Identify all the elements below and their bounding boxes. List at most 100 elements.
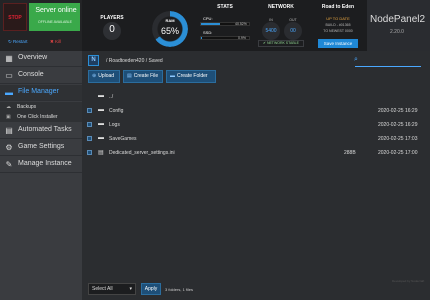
credit-text: Developed by Nodecraft	[392, 279, 425, 283]
item-count: 3 folders, 1 files	[165, 287, 194, 292]
row-checkbox[interactable]	[87, 150, 92, 155]
stats-title: STATS	[217, 4, 233, 10]
list-item[interactable]: ▬ Config 2020-02-25 16:29	[82, 104, 430, 117]
sidebar-item-label: Overview	[18, 54, 48, 61]
cloud-icon: ☁	[6, 104, 11, 110]
file-name: Logs	[109, 122, 120, 128]
folder-icon: ▬	[98, 107, 104, 113]
sidebar: ▦ Overview ▭ Console ▬ File Manager ☁ Ba…	[0, 51, 82, 300]
sidebar-item-file-manager[interactable]: ▬ File Manager	[0, 85, 82, 101]
brand-name: NodePanel2	[370, 14, 426, 25]
game-title: Road to Eden	[321, 4, 355, 10]
file-icon: ▤	[127, 73, 132, 79]
file-name: Dedicated_server_settings.ini	[109, 150, 175, 156]
installer-icon: ▣	[6, 114, 11, 120]
terminal-icon: ▭	[5, 71, 13, 80]
restart-button[interactable]: ↻ Restart	[8, 39, 28, 45]
search-icon[interactable]: ⌕	[354, 56, 358, 64]
row-checkbox[interactable]	[87, 108, 92, 113]
file-manager-main	[82, 51, 430, 300]
header: STOP Server online OFFLINE AVAILABLE ↻ R…	[0, 0, 430, 51]
network-in-value: 5400	[265, 28, 277, 34]
breadcrumb[interactable]: / Roadtoeden420 / Saved	[106, 58, 163, 64]
create-file-label: Create File	[133, 73, 159, 79]
upload-label: Upload	[98, 73, 115, 79]
bulk-action-selected: Select All	[92, 286, 113, 292]
cpu-label: CPU:	[203, 16, 213, 21]
restart-label: Restart	[13, 39, 28, 44]
folder-icon: ▬	[98, 93, 104, 99]
network-status-text: NETWORK STABLE	[266, 41, 299, 45]
update-status: UP TO DATE	[326, 16, 350, 21]
folder-icon: ▬	[98, 135, 104, 141]
players-title: PLAYERS	[100, 15, 124, 21]
calendar-icon: ▤	[5, 126, 13, 135]
sidebar-subitem-one-click[interactable]: ▣ One Click Installer	[0, 112, 82, 122]
list-item[interactable]: ▤ Dedicated_server_settings.ini 288B 202…	[82, 146, 430, 159]
file-date: 2020-02-25 16:29	[378, 108, 418, 114]
server-status-badge: Server online OFFLINE AVAILABLE	[29, 3, 80, 31]
sidebar-item-game-settings[interactable]: ⚙ Game Settings	[0, 140, 82, 156]
file-name: SaveGames	[109, 136, 137, 142]
file-name: Config	[109, 108, 124, 114]
row-checkbox[interactable]	[87, 136, 92, 141]
file-name: ../	[109, 94, 114, 100]
kill-label: Kill	[55, 39, 62, 44]
sidebar-subitem-label: One Click Installer	[17, 114, 58, 120]
create-folder-label: Create Folder	[177, 73, 208, 79]
ssd-label: SSD:	[203, 30, 213, 35]
folder-icon: ▬	[5, 88, 13, 97]
list-item[interactable]: ▬ Logs 2020-02-25 16:29	[82, 118, 430, 131]
upload-icon: ⊕	[92, 73, 97, 79]
sidebar-item-console[interactable]: ▭ Console	[0, 68, 82, 84]
apply-button[interactable]: Apply	[141, 283, 161, 295]
list-item[interactable]: ▬ SaveGames 2020-02-25 17:03	[82, 132, 430, 145]
sidebar-item-label: Automated Tasks	[18, 126, 72, 133]
chevron-down-icon: ▾	[129, 286, 132, 292]
sidebar-subitem-label: Backups	[17, 104, 37, 110]
network-out-value: 00	[290, 28, 296, 34]
kill-button[interactable]: ✖ Kill	[50, 39, 61, 45]
save-instance-button[interactable]: Save Instance	[318, 39, 358, 48]
search-input[interactable]	[355, 66, 421, 67]
row-checkbox[interactable]	[87, 122, 92, 127]
sidebar-item-label: Manage Instance	[18, 160, 72, 167]
gear-icon: ⚙	[5, 143, 13, 152]
network-title: NETWORK	[268, 4, 294, 10]
file-date: 2020-02-25 17:03	[378, 136, 418, 142]
file-icon: ▤	[98, 150, 104, 156]
cpu-percent: 40.52%	[235, 22, 247, 26]
sidebar-subitem-backups[interactable]: ☁ Backups	[0, 102, 82, 112]
brand-box	[367, 0, 430, 51]
sidebar-item-label: Console	[18, 71, 44, 78]
sidebar-item-label: Game Settings	[18, 143, 65, 150]
create-file-button[interactable]: ▤ Create File	[123, 70, 163, 83]
sidebar-item-manage-instance[interactable]: ✎ Manage Instance	[0, 157, 82, 173]
grid-icon: ▦	[5, 54, 13, 63]
file-date: 2020-02-25 17:00	[378, 150, 418, 156]
sidebar-item-overview[interactable]: ▦ Overview	[0, 51, 82, 67]
ram-value: 65%	[160, 26, 179, 36]
build-sub: TO NEWEST 0000	[323, 29, 353, 33]
sidebar-item-automated-tasks[interactable]: ▤ Automated Tasks	[0, 123, 82, 139]
app: STOP Server online OFFLINE AVAILABLE ↻ R…	[0, 0, 430, 300]
server-status-title: Server online	[35, 7, 77, 14]
bulk-action-select[interactable]: Select All ▾	[88, 283, 136, 295]
upload-button[interactable]: ⊕ Upload	[88, 70, 120, 83]
sidebar-item-label: File Manager	[18, 88, 59, 95]
create-folder-button[interactable]: ▬ Create Folder	[166, 70, 216, 83]
file-date: 2020-02-25 16:29	[378, 122, 418, 128]
file-size: 288B	[344, 150, 356, 156]
folder-icon: ▬	[98, 121, 104, 127]
wrench-icon: ✎	[5, 160, 13, 169]
ssd-percent: 0.9%	[238, 36, 246, 40]
list-item[interactable]: ▬ ../	[82, 90, 430, 103]
server-status-sub: OFFLINE AVAILABLE	[38, 20, 72, 24]
network-status-badge: ✔ NETWORK STABLE	[258, 40, 304, 47]
folder-plus-icon: ▬	[170, 73, 175, 79]
cpu-bar-fill	[201, 23, 221, 25]
build-line: BUILD - #01365	[325, 23, 351, 27]
players-value: 0	[109, 24, 115, 35]
file-manager-logo-icon: N	[88, 55, 99, 66]
stop-button[interactable]: STOP	[3, 3, 27, 31]
